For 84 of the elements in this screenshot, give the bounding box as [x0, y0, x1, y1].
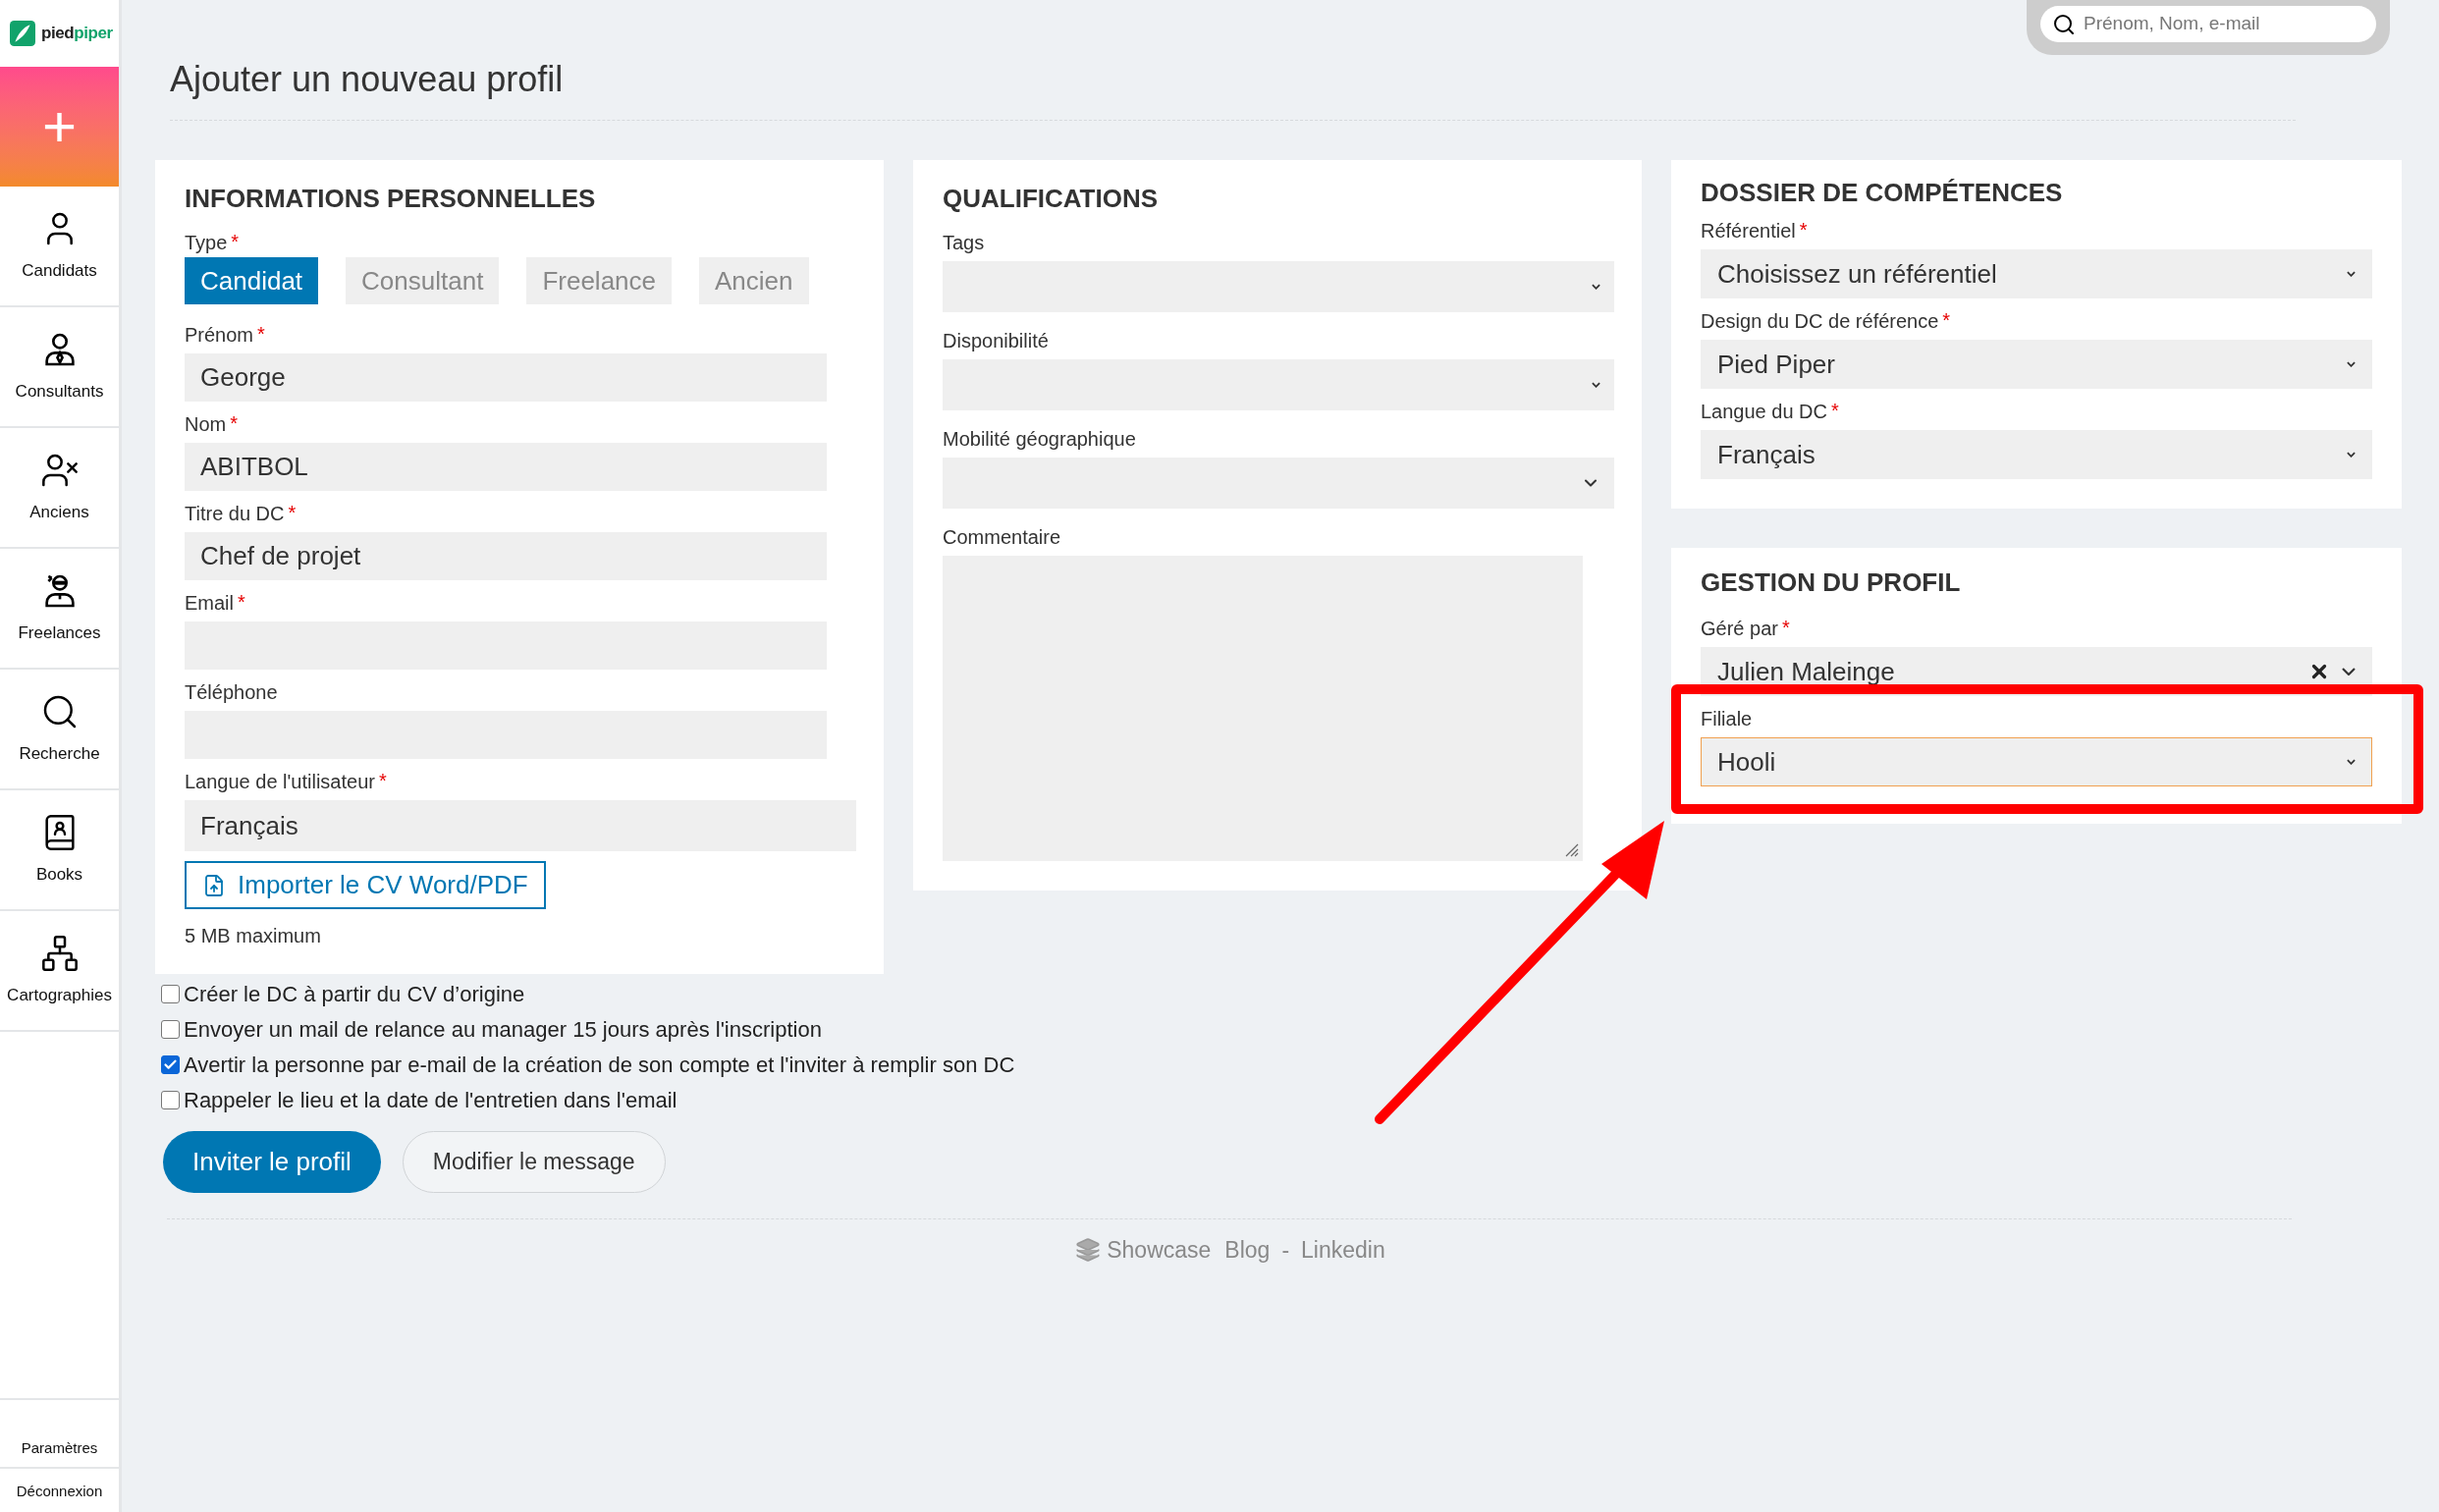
section-title: DOSSIER DE COMPÉTENCES [1701, 177, 2064, 209]
input-field[interactable]: Chef de projet [185, 532, 827, 580]
required-mark: * [1781, 616, 1790, 639]
select-value: Julien Maleinge [1717, 655, 1896, 688]
field-label: Nom [185, 412, 227, 437]
resize-handle-icon[interactable] [1563, 841, 1579, 857]
invite-button[interactable]: Inviter le profil [163, 1131, 381, 1193]
field-label: Prénom [185, 323, 254, 348]
nav-link[interactable]: Paramètres [0, 1398, 119, 1467]
page-title: Ajouter un nouveau profil [170, 58, 565, 101]
hierarchy-icon [39, 933, 80, 973]
import-note: 5 MB maximum [185, 924, 322, 948]
required-mark: * [1942, 308, 1951, 332]
nav-item[interactable]: Cartographies [0, 911, 119, 1032]
required-mark: * [230, 411, 239, 435]
select-field[interactable] [943, 359, 1614, 410]
field-label: Email [185, 591, 234, 616]
required-mark: * [1799, 218, 1808, 242]
select-value: Choisissez un référentiel [1717, 257, 1998, 291]
caret-icon [1592, 382, 1600, 388]
checkbox-label: Avertir la personne par e-mail de la création de son compte et l'inviter à remplir son DC [184, 1051, 1015, 1079]
nav-item[interactable]: Anciens [0, 428, 119, 549]
select-value: Pied Piper [1717, 348, 1836, 381]
checkbox-label: Créer le DC à partir du CV d’origine [184, 980, 525, 1008]
field-label: Mobilité géographique [943, 427, 1136, 452]
nav-item[interactable]: Recherche [0, 670, 119, 790]
input-field[interactable]: Français [185, 800, 856, 851]
file-upload-icon [202, 873, 226, 897]
search-icon [2052, 12, 2076, 36]
footer-separator: - [1281, 1236, 1290, 1265]
caret-icon [1592, 284, 1600, 290]
type-toggle[interactable]: Candidat [185, 257, 319, 304]
checkbox-label: Rappeler le lieu et la date de l'entretien dans l'email [184, 1086, 678, 1114]
nav-link[interactable]: Déconnexion [0, 1467, 119, 1512]
field-label: Filiale [1701, 707, 1753, 731]
logo-text: piedpiper [41, 23, 113, 45]
nav-item[interactable]: Freelances [0, 549, 119, 670]
required-mark: * [288, 501, 297, 524]
section-title: INFORMATIONS PERSONNELLES [185, 183, 597, 215]
required-mark: * [378, 769, 387, 792]
nav-item[interactable]: Books [0, 790, 119, 911]
checkbox[interactable] [161, 1054, 180, 1074]
field-label: Commentaire [943, 525, 1061, 550]
required-mark: * [231, 230, 240, 253]
required-mark: * [238, 590, 245, 614]
field-label: Référentiel [1701, 219, 1796, 243]
section-title: GESTION DU PROFIL [1701, 567, 1962, 599]
search-field[interactable]: Prénom, Nom, e-mail [2040, 6, 2376, 42]
field-label: Design du DC de référence [1701, 309, 1939, 334]
input-field[interactable]: ABITBOL [185, 443, 827, 491]
checkbox-label: Envoyer un mail de relance au manager 15 jours après l'inscription [184, 1015, 822, 1044]
select-field[interactable]: Choisissez un référentiel [1701, 249, 2372, 298]
field-label: Titre du DC [185, 502, 285, 526]
chevron-icon [2342, 668, 2356, 675]
select-field[interactable] [943, 458, 1614, 509]
field-label: Type [185, 231, 228, 255]
field-label: Téléphone [185, 680, 278, 705]
import-button[interactable]: Importer le CV Word/PDF [185, 861, 546, 909]
field-label: Disponibilité [943, 329, 1049, 353]
section-title: QUALIFICATIONS [943, 183, 1160, 215]
required-mark: * [1831, 399, 1839, 422]
select-value: Français [1717, 438, 1816, 471]
caret-icon [2347, 361, 2356, 367]
caret-icon [2347, 271, 2356, 277]
field-label: Géré par [1701, 617, 1778, 641]
edit-message-button[interactable]: Modifier le message [402, 1131, 666, 1193]
field-label: Langue du DC [1701, 400, 1827, 424]
checkbox[interactable] [161, 1090, 180, 1109]
select-field[interactable]: Pied Piper [1701, 340, 2372, 389]
nav-item[interactable]: Consultants [0, 307, 119, 428]
select-field[interactable] [943, 261, 1614, 312]
select-value: Hooli [1717, 745, 1777, 779]
nav-item[interactable]: Candidats [0, 187, 119, 307]
input-field[interactable]: George [185, 353, 827, 402]
select-field[interactable]: Hooli [1701, 737, 2372, 786]
field-label: Langue de l'utilisateur [185, 770, 375, 794]
required-mark: * [257, 322, 265, 346]
checkbox[interactable] [161, 1019, 180, 1039]
logo-icon [10, 21, 35, 46]
checkbox[interactable] [161, 984, 180, 1003]
caret-icon [2347, 759, 2356, 765]
caret-icon [2347, 452, 2356, 458]
select-field[interactable]: Français [1701, 430, 2372, 479]
field-label: Tags [943, 231, 985, 255]
